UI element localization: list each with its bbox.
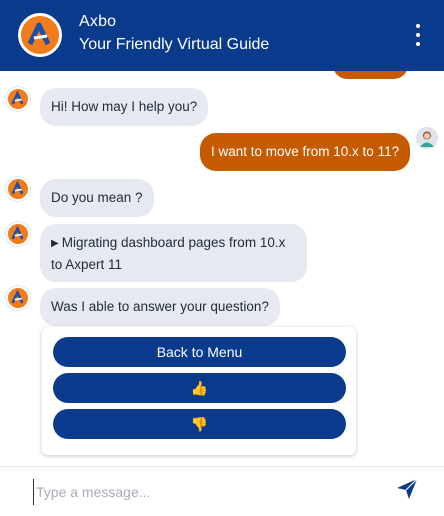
user-avatar-icon <box>416 127 438 149</box>
bot-message: Was I able to answer your question? <box>40 288 280 326</box>
axbo-logo-icon <box>18 13 62 57</box>
bot-avatar-icon <box>6 177 30 201</box>
quick-reply-card: Back to Menu 👍 👎 <box>42 327 356 455</box>
send-icon[interactable] <box>395 477 419 501</box>
bot-avatar-icon <box>6 286 30 310</box>
bot-name: Axbo <box>79 13 117 30</box>
back-to-menu-button[interactable]: Back to Menu <box>53 337 346 367</box>
message-list[interactable]: Hi! How may I help you? I want to move f… <box>0 71 444 466</box>
kebab-menu-icon[interactable] <box>410 24 426 46</box>
message-input[interactable] <box>33 479 358 505</box>
bot-avatar-icon <box>6 87 30 111</box>
thumbs-down-icon: 👎 <box>190 415 209 432</box>
bot-avatar-icon <box>6 222 30 246</box>
previous-user-bubble <box>333 71 408 79</box>
bot-message: Hi! How may I help you? <box>40 88 209 126</box>
thumbs-up-icon: 👍 <box>190 379 209 396</box>
suggestion-text: Migrating dashboard pages from 10.x to A… <box>51 235 286 272</box>
thumbs-up-button[interactable]: 👍 <box>53 373 346 403</box>
bot-message: Do you mean ? <box>40 179 154 217</box>
caret-right-icon: ▶ <box>51 238 59 249</box>
suggestion-link[interactable]: ▶ Migrating dashboard pages from 10.x to … <box>40 224 307 282</box>
chat-header: Axbo Your Friendly Virtual Guide <box>0 0 444 71</box>
user-message: I want to move from 10.x to 11? <box>200 133 411 171</box>
message-composer <box>0 466 444 516</box>
thumbs-down-button[interactable]: 👎 <box>53 409 346 439</box>
bot-tagline: Your Friendly Virtual Guide <box>79 36 270 53</box>
